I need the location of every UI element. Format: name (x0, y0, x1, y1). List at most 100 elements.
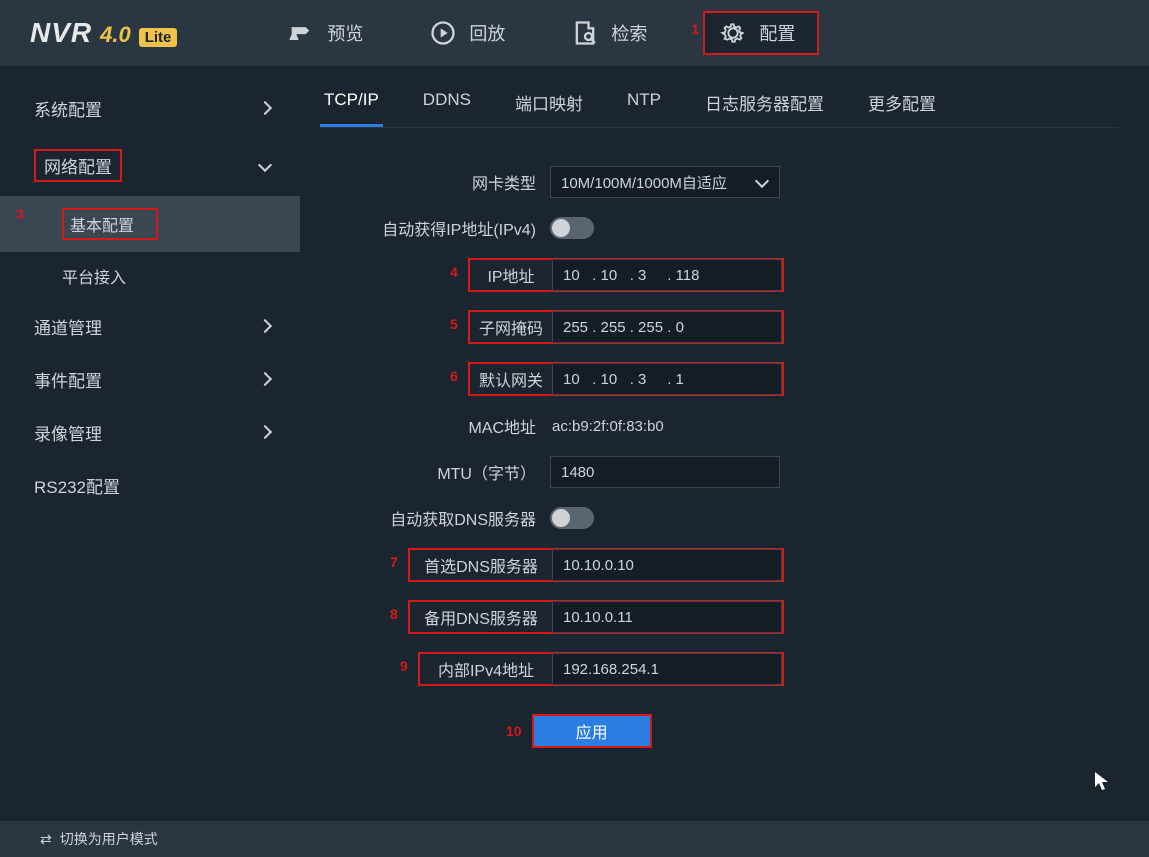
search-doc-icon (571, 19, 599, 47)
tab-more[interactable]: 更多配置 (864, 80, 940, 127)
mouse-cursor-icon (1095, 772, 1109, 792)
chevron-right-icon (260, 103, 272, 115)
sidebar-item-record[interactable]: 录像管理 (0, 406, 300, 459)
dns-auto-label: 自动获取DNS服务器 (320, 506, 550, 530)
annotation-3: 3 (16, 206, 24, 222)
sidebar-item-rs232[interactable]: RS232配置 (0, 459, 300, 512)
body: 系统配置 网络配置 2 基本配置 3 平台接入 通道管理 事件配置 录像管理 R… (0, 66, 1149, 821)
annotation-8: 8 (390, 606, 398, 622)
row-mtu: MTU（字节） (320, 456, 1119, 488)
sidebar-label-channel: 通道管理 (34, 314, 102, 339)
mtu-label: MTU（字节） (320, 460, 550, 484)
ip-label: IP地址 (470, 263, 552, 287)
chevron-down-icon (757, 176, 769, 188)
sidebar-label-system: 系统配置 (34, 96, 102, 121)
mac-value: ac:b9:2f:0f:83:b0 (550, 418, 664, 435)
tab-logserver[interactable]: 日志服务器配置 (701, 80, 828, 127)
tab-tcpip[interactable]: TCP/IP (320, 80, 383, 127)
camera-icon (287, 19, 315, 47)
nav-preview[interactable]: 预览 (277, 11, 373, 55)
row-dns-auto: 自动获取DNS服务器 (320, 506, 1119, 530)
playback-icon (429, 19, 457, 47)
sidebar-item-network[interactable]: 网络配置 2 (0, 135, 300, 196)
row-mask: 5 子网掩码 (320, 310, 1119, 344)
nav-preview-label: 预览 (327, 20, 363, 46)
row-mac: MAC地址 ac:b9:2f:0f:83:b0 (320, 414, 1119, 438)
row-gateway: 6 默认网关 (320, 362, 1119, 396)
dns1-label: 首选DNS服务器 (410, 553, 552, 577)
annotation-7: 7 (390, 554, 398, 570)
sidebar: 系统配置 网络配置 2 基本配置 3 平台接入 通道管理 事件配置 录像管理 R… (0, 66, 300, 821)
nav-config[interactable]: 配置 1 (703, 11, 819, 55)
logo-version: 4.0 (100, 22, 131, 48)
main-panel: TCP/IP DDNS 端口映射 NTP 日志服务器配置 更多配置 网卡类型 1… (300, 66, 1149, 821)
annotation-5: 5 (450, 316, 458, 332)
row-dhcp: 自动获得IP地址(IPv4) (320, 216, 1119, 240)
logo-brand: NVR (30, 17, 92, 49)
mask-input[interactable] (552, 311, 782, 343)
internal-input[interactable] (552, 653, 782, 685)
footer: ⇄ 切换为用户模式 (0, 821, 1149, 857)
switch-mode-link[interactable]: 切换为用户模式 (60, 829, 158, 849)
nav-playback-label: 回放 (469, 20, 505, 46)
dhcp-label: 自动获得IP地址(IPv4) (320, 216, 550, 240)
nav-config-label: 配置 (759, 20, 795, 46)
tab-portmap[interactable]: 端口映射 (511, 80, 587, 127)
sidebar-sub-platform[interactable]: 平台接入 (0, 252, 300, 300)
nic-type-label: 网卡类型 (320, 170, 550, 194)
dns2-input[interactable] (552, 601, 782, 633)
chevron-right-icon (260, 374, 272, 386)
logo: NVR 4.0 Lite (30, 17, 177, 49)
form: 网卡类型 10M/100M/1000M自适应 自动获得IP地址(IPv4) 4 … (320, 166, 1119, 748)
row-internal-ip: 9 内部IPv4地址 (320, 652, 1119, 686)
annotation-9: 9 (400, 658, 408, 674)
sidebar-label-network: 网络配置 (34, 149, 122, 182)
nav-playback[interactable]: 回放 (419, 11, 515, 55)
mask-label: 子网掩码 (470, 315, 552, 339)
row-dns2: 8 备用DNS服务器 (320, 600, 1119, 634)
tab-ntp[interactable]: NTP (623, 80, 665, 127)
chevron-right-icon (260, 321, 272, 333)
annotation-1: 1 (691, 21, 699, 37)
annotation-10: 10 (506, 723, 522, 739)
row-dns1: 7 首选DNS服务器 (320, 548, 1119, 582)
sidebar-label-platform: 平台接入 (62, 264, 126, 288)
annotation-4: 4 (450, 264, 458, 280)
sidebar-item-event[interactable]: 事件配置 (0, 353, 300, 406)
dhcp-toggle[interactable] (550, 217, 594, 239)
nav-items: 预览 回放 检索 配置 1 (277, 11, 819, 55)
apply-button[interactable]: 应用 (532, 714, 652, 748)
dns1-input[interactable] (552, 549, 782, 581)
dns-auto-toggle[interactable] (550, 507, 594, 529)
gateway-input[interactable] (552, 363, 782, 395)
sidebar-sub-basic[interactable]: 基本配置 3 (0, 196, 300, 252)
nic-type-select[interactable]: 10M/100M/1000M自适应 (550, 166, 780, 198)
sidebar-item-channel[interactable]: 通道管理 (0, 300, 300, 353)
nav-search-label: 检索 (611, 20, 647, 46)
internal-label: 内部IPv4地址 (420, 657, 552, 681)
row-ip: 4 IP地址 (320, 258, 1119, 292)
mtu-input[interactable] (550, 456, 780, 488)
dns2-label: 备用DNS服务器 (410, 605, 552, 629)
row-nic-type: 网卡类型 10M/100M/1000M自适应 (320, 166, 1119, 198)
annotation-6: 6 (450, 368, 458, 384)
row-apply: 10 应用 (506, 714, 1119, 748)
sidebar-label-record: 录像管理 (34, 420, 102, 445)
nic-type-value: 10M/100M/1000M自适应 (561, 172, 727, 193)
swap-icon: ⇄ (40, 831, 52, 848)
sidebar-item-system[interactable]: 系统配置 (0, 82, 300, 135)
chevron-down-icon (260, 160, 272, 172)
logo-edition: Lite (139, 28, 178, 47)
sidebar-label-event: 事件配置 (34, 367, 102, 392)
tabs: TCP/IP DDNS 端口映射 NTP 日志服务器配置 更多配置 (320, 80, 1119, 128)
tab-ddns[interactable]: DDNS (419, 80, 475, 127)
nav-search[interactable]: 检索 (561, 11, 657, 55)
chevron-right-icon (260, 427, 272, 439)
sidebar-label-basic: 基本配置 (62, 208, 158, 240)
gear-icon (719, 19, 747, 47)
mac-label: MAC地址 (320, 414, 550, 438)
sidebar-label-rs232: RS232配置 (34, 473, 120, 498)
ip-input[interactable] (552, 259, 782, 291)
topbar: NVR 4.0 Lite 预览 回放 检索 配置 1 (0, 0, 1149, 66)
gateway-label: 默认网关 (470, 367, 552, 391)
